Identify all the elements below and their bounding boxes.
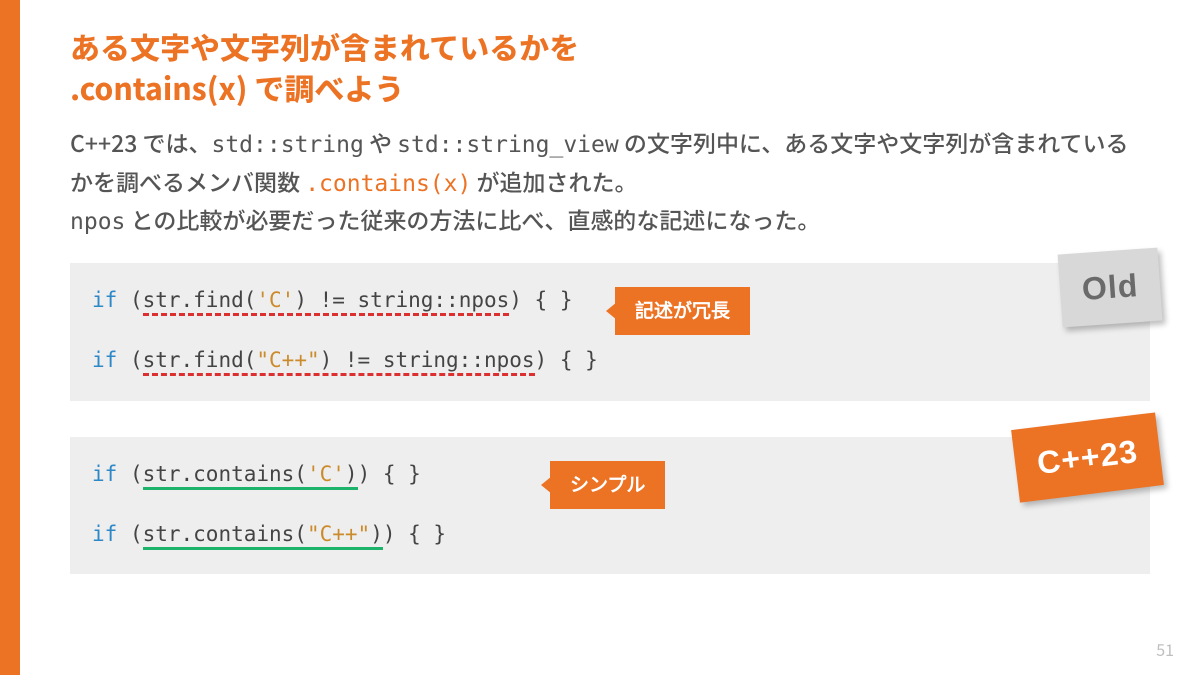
text: ( bbox=[117, 522, 142, 546]
accent-stripe bbox=[0, 0, 20, 675]
callout-old: 記述が冗長 bbox=[615, 287, 750, 335]
text: str.contains( bbox=[143, 462, 307, 486]
text: ) bbox=[345, 462, 358, 486]
keyword: if bbox=[92, 348, 117, 372]
text: ) { } bbox=[358, 462, 421, 486]
slide-title: ある文字や文字列が含まれているかを .contains(x) で調べよう bbox=[70, 26, 1150, 107]
code-line: if (str.contains("C++")) { } bbox=[92, 515, 1128, 555]
keyword: if bbox=[92, 522, 117, 546]
text: ) != string::npos bbox=[294, 288, 509, 312]
code-block-new: if (str.contains('C')) { } if (str.conta… bbox=[70, 437, 1150, 575]
tag-old: Old bbox=[1057, 248, 1162, 328]
code-block-old: if (str.find('C') != string::npos) { } i… bbox=[70, 263, 1150, 401]
text: str.find( bbox=[143, 288, 257, 312]
code-inline: npos bbox=[70, 209, 125, 235]
string-literal: "C++" bbox=[307, 522, 370, 546]
text: が追加された。 bbox=[471, 164, 637, 198]
string-literal: 'C' bbox=[256, 288, 294, 312]
text: str.find( bbox=[143, 348, 257, 372]
blank-line bbox=[92, 321, 1128, 341]
text: ( bbox=[117, 348, 142, 372]
code-inline: std::string bbox=[211, 132, 363, 158]
title-line1: ある文字や文字列が含まれているかを bbox=[70, 26, 1150, 67]
keyword: if bbox=[92, 462, 117, 486]
text: C++23 では、 bbox=[70, 125, 211, 159]
code-line: if (str.find("C++") != string::npos) { } bbox=[92, 341, 1128, 381]
callout-new: シンプル bbox=[550, 461, 665, 509]
text: ) { } bbox=[535, 348, 598, 372]
paragraph-2: npos との比較が必要だった従来の方法に比べ、直感的な記述になった。 bbox=[70, 202, 1150, 241]
code-inline: std::string_view bbox=[397, 132, 619, 158]
string-literal: "C++" bbox=[256, 348, 319, 372]
slide-body: C++23 では、std::string や std::string_view … bbox=[70, 125, 1150, 241]
paragraph-1: C++23 では、std::string や std::string_view … bbox=[70, 125, 1150, 202]
keyword: if bbox=[92, 288, 117, 312]
text: ( bbox=[117, 462, 142, 486]
title-line2: .contains(x) で調べよう bbox=[70, 67, 1150, 108]
text: や bbox=[364, 125, 397, 159]
text: ( bbox=[117, 288, 142, 312]
text: ) { } bbox=[383, 522, 446, 546]
text: ) != string::npos bbox=[320, 348, 535, 372]
text: ) { } bbox=[509, 288, 572, 312]
page-number: 51 bbox=[1156, 637, 1174, 661]
text: str.contains( bbox=[143, 522, 307, 546]
string-literal: 'C' bbox=[307, 462, 345, 486]
code-inline-accent: .contains(x) bbox=[305, 171, 471, 197]
text: ) bbox=[370, 522, 383, 546]
text: との比較が必要だった従来の方法に比べ、直感的な記述になった。 bbox=[125, 202, 820, 236]
slide-content: ある文字や文字列が含まれているかを .contains(x) で調べよう C++… bbox=[70, 26, 1150, 574]
